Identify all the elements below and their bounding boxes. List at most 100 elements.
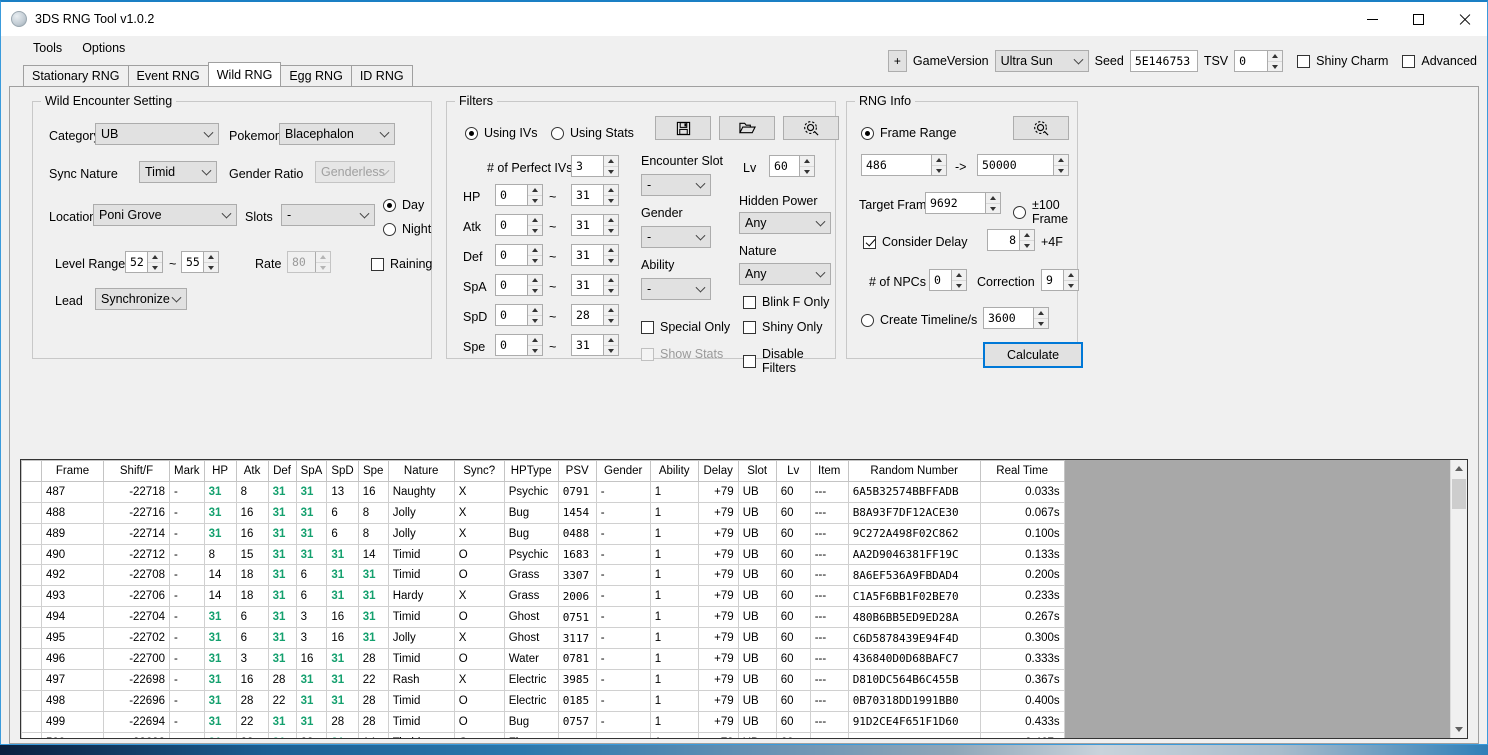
iv-spd-max-spin-down[interactable] (604, 315, 618, 325)
raining-checkbox[interactable]: Raining (371, 257, 432, 271)
frame-start-spin-up[interactable] (932, 155, 946, 165)
iv-spd-min-spin-up[interactable] (528, 305, 542, 315)
scroll-up-button[interactable] (1451, 460, 1467, 477)
npcs-stepper[interactable]: 0 (929, 269, 967, 291)
hidden-power-select[interactable]: Any (739, 212, 831, 234)
iv-def-min-stepper[interactable]: 0 (495, 244, 543, 266)
target-frame-spin-buttons[interactable] (985, 193, 1000, 213)
filters-settings-button[interactable] (783, 116, 839, 140)
table-row[interactable]: 498 -22696-31 28 22 31 31 28 Timid O Electric 0185… (21, 689, 1065, 712)
table-row[interactable]: 493 -22706-14 18 31 6 31 31 Hardy X Grass 2006-1 +7… (21, 585, 1065, 608)
iv-hp-min-spin-buttons[interactable] (527, 185, 542, 205)
table-row[interactable]: 490 -22712-8 15 31 31 31 14 Timid O Psychic 1683-1… (21, 543, 1065, 566)
perfect-ivs-spin-buttons[interactable] (603, 156, 618, 176)
iv-atk-min-spin-down[interactable] (528, 225, 542, 235)
table-row[interactable]: 487 -22718-31 8 31 31 13 16 Naughty X Psychic 0791… (21, 480, 1065, 503)
iv-spa-min-spin-up[interactable] (528, 275, 542, 285)
consider-delay-checkbox[interactable]: Consider Delay (863, 235, 967, 249)
iv-spe-max-stepper[interactable]: 31 (571, 334, 619, 356)
correction-spin-down[interactable] (1064, 280, 1078, 290)
blink-f-only-checkbox[interactable]: Blink F Only (743, 295, 829, 309)
iv-spd-max-spin-up[interactable] (604, 305, 618, 315)
level-max-spin-up[interactable] (204, 252, 218, 262)
row-selector-cell[interactable] (21, 606, 42, 629)
table-row[interactable]: 499 -22694-31 22 31 31 28 28 Timid O Bug 0757-1 +79… (21, 710, 1065, 733)
rng-info-settings-button[interactable] (1013, 116, 1069, 140)
iv-spe-min-stepper[interactable]: 0 (495, 334, 543, 356)
tab-wild-rng[interactable]: Wild RNG (207, 62, 282, 86)
iv-atk-min-spin-up[interactable] (528, 215, 542, 225)
npcs-spin-down[interactable] (952, 280, 966, 290)
iv-spe-min-spin-buttons[interactable] (527, 335, 542, 355)
table-row[interactable]: 500-22692-312831283114TimidOFire2755-1+7… (21, 731, 1065, 738)
column-header-mark[interactable]: Mark (169, 460, 205, 482)
iv-hp-max-spin-buttons[interactable] (603, 185, 618, 205)
row-selector-cell[interactable] (21, 543, 42, 566)
tab-stationary-rng[interactable]: Stationary RNG (23, 65, 129, 86)
delay-spin-buttons[interactable] (1019, 230, 1034, 250)
level-max-spin-down[interactable] (204, 262, 218, 272)
lv-spin-up[interactable] (800, 156, 814, 166)
sync-nature-select[interactable]: Timid (139, 161, 217, 183)
table-row[interactable]: 489 -22714-31 16 31 31 6 8 Jolly X Bug 0488-1 +79 UB… (21, 522, 1065, 545)
frame-start-spin-down[interactable] (932, 165, 946, 175)
timeline-spin-up[interactable] (1034, 308, 1048, 318)
tab-event-rng[interactable]: Event RNG (127, 65, 209, 86)
row-selector-cell[interactable] (21, 564, 42, 587)
iv-def-min-spin-buttons[interactable] (527, 245, 542, 265)
menu-item-tools[interactable]: Tools (23, 38, 72, 58)
scroll-thumb[interactable] (1452, 479, 1466, 509)
iv-spa-min-spin-down[interactable] (528, 285, 542, 295)
iv-def-max-spin-buttons[interactable] (603, 245, 618, 265)
iv-spe-max-spin-down[interactable] (604, 345, 618, 355)
iv-hp-min-spin-up[interactable] (528, 185, 542, 195)
delay-stepper[interactable]: 8 (987, 229, 1035, 251)
nature-select[interactable]: Any (739, 263, 831, 285)
row-selector-cell[interactable] (21, 710, 42, 733)
perfect-ivs-stepper[interactable]: 3 (571, 155, 619, 177)
row-selector-cell[interactable] (21, 480, 42, 503)
delay-spin-up[interactable] (1020, 230, 1034, 240)
frame-start-spin-buttons[interactable] (931, 155, 946, 175)
tsv-spin-up[interactable] (1268, 51, 1283, 61)
maximize-button[interactable] (1395, 2, 1441, 36)
table-row[interactable]: 495 -22702-31 6 31 3 16 31 Jolly X Ghost 3117-1 +79… (21, 627, 1065, 650)
target-frame-stepper[interactable]: 9692 (925, 192, 1001, 214)
row-selector-cell[interactable] (21, 522, 42, 545)
row-selector-cell[interactable] (21, 585, 42, 608)
column-header-delay[interactable]: Delay (697, 460, 739, 482)
close-button[interactable] (1441, 2, 1487, 36)
slots-select[interactable]: - (281, 204, 375, 226)
menu-item-options[interactable]: Options (72, 38, 135, 58)
iv-hp-min-spin-down[interactable] (528, 195, 542, 205)
iv-spd-max-spin-buttons[interactable] (603, 305, 618, 325)
column-header-spe[interactable]: Spe (357, 460, 389, 482)
tab-egg-rng[interactable]: Egg RNG (280, 65, 352, 86)
night-radio[interactable]: Night (383, 222, 431, 236)
iv-spd-min-spin-buttons[interactable] (527, 305, 542, 325)
special-only-checkbox[interactable]: Special Only (641, 320, 730, 334)
column-header-item[interactable]: Item (809, 460, 849, 482)
iv-spa-max-stepper[interactable]: 31 (571, 274, 619, 296)
column-header-spa[interactable]: SpA (295, 460, 328, 482)
frame-start-stepper[interactable]: 486 (861, 154, 947, 176)
save-filters-button[interactable] (655, 116, 711, 140)
iv-hp-max-stepper[interactable]: 31 (571, 184, 619, 206)
table-row[interactable]: 488 -22716-31 16 31 31 6 8 Jolly X Bug 1454-1 +79 UB… (21, 501, 1065, 524)
tab-id-rng[interactable]: ID RNG (350, 65, 413, 86)
timeline-stepper[interactable]: 3600 (983, 307, 1049, 329)
correction-spin-buttons[interactable] (1063, 270, 1078, 290)
iv-hp-min-stepper[interactable]: 0 (495, 184, 543, 206)
level-min-stepper[interactable]: 52 (125, 251, 163, 273)
correction-spin-up[interactable] (1064, 270, 1078, 280)
scroll-down-button[interactable] (1451, 721, 1467, 738)
iv-def-min-spin-down[interactable] (528, 255, 542, 265)
row-selector-cell[interactable] (21, 501, 42, 524)
level-min-spin-up[interactable] (148, 252, 162, 262)
using-stats-radio[interactable]: Using Stats (551, 126, 634, 140)
target-frame-spin-down[interactable] (986, 203, 1000, 213)
minimize-button[interactable] (1349, 2, 1395, 36)
frame-range-radio[interactable]: Frame Range (861, 126, 956, 140)
column-header-psv[interactable]: PSV (557, 460, 597, 482)
results-vertical-scrollbar[interactable] (1450, 460, 1467, 738)
